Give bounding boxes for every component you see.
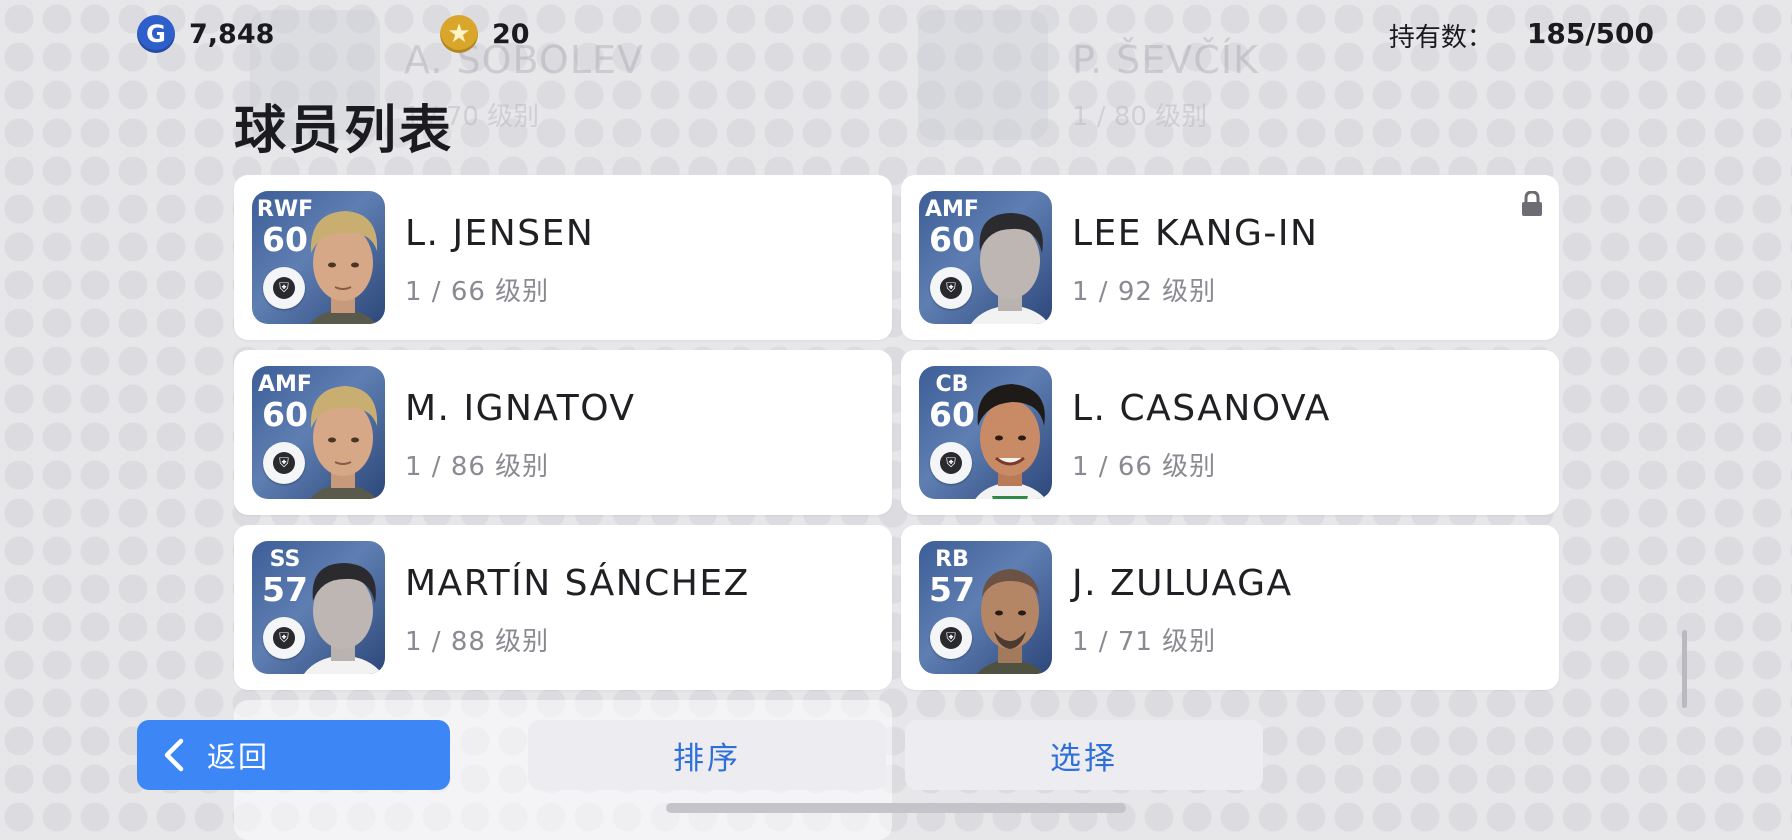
player-level: 1 / 71 级别 bbox=[1072, 627, 1217, 657]
holding-label: 持有数： bbox=[1388, 23, 1493, 53]
player-name: MARTÍN SÁNCHEZ bbox=[405, 563, 750, 604]
player-card[interactable]: CB 60 ⛨ L. CASANOVA 1 / 66 级别 bbox=[901, 350, 1559, 515]
shield-icon: ⛨ bbox=[273, 277, 295, 299]
club-badge-icon: ⛨ bbox=[263, 617, 305, 659]
player-rating: 60 bbox=[929, 220, 975, 259]
player-rating: 60 bbox=[262, 220, 308, 259]
shield-icon: ⛨ bbox=[940, 452, 962, 474]
player-level: 1 / 92 级别 bbox=[1072, 277, 1217, 307]
scrollbar[interactable] bbox=[1682, 630, 1687, 708]
player-name: L. JENSEN bbox=[405, 213, 595, 254]
back-button[interactable]: 返回 bbox=[137, 720, 450, 790]
top-bar: G 7,848 ★ 20 持有数： 185/500 bbox=[0, 0, 1792, 68]
sort-label: 排序 bbox=[673, 740, 741, 777]
chevron-left-icon bbox=[164, 738, 184, 772]
coin-star-icon: ★ bbox=[440, 15, 478, 53]
player-thumbnail: AMF 60 ⛨ bbox=[252, 366, 385, 499]
player-thumbnail: CB 60 ⛨ bbox=[919, 366, 1052, 499]
player-name: J. ZULUAGA bbox=[1072, 563, 1293, 604]
player-position: RB bbox=[935, 547, 969, 572]
holding-count: 持有数： 185/500 bbox=[1389, 17, 1654, 54]
gp-amount: 7,848 bbox=[189, 18, 275, 50]
player-rating: 57 bbox=[262, 570, 308, 609]
ghost-sub: 1 / 80 级别 bbox=[1072, 102, 1208, 132]
player-position: CB bbox=[935, 372, 969, 397]
holding-value: 185/500 bbox=[1526, 17, 1654, 50]
player-rating: 60 bbox=[262, 395, 308, 434]
player-rating: 57 bbox=[929, 570, 975, 609]
player-position: SS bbox=[269, 547, 301, 572]
player-card[interactable]: AMF 60 ⛨ LEE KANG-IN 1 / 92 级别 bbox=[901, 175, 1559, 340]
shield-icon: ⛨ bbox=[940, 277, 962, 299]
player-card[interactable]: SS 57 ⛨ MARTÍN SÁNCHEZ 1 / 88 级别 bbox=[234, 525, 892, 690]
shield-icon: ⛨ bbox=[273, 452, 295, 474]
player-name: L. CASANOVA bbox=[1072, 388, 1331, 429]
select-label: 选择 bbox=[1050, 740, 1118, 777]
player-thumbnail: AMF 60 ⛨ bbox=[919, 191, 1052, 324]
page-title: 球员列表 bbox=[234, 101, 455, 161]
coin-balance: ★ 20 bbox=[440, 15, 530, 53]
shield-icon: ⛨ bbox=[940, 627, 962, 649]
player-thumbnail: SS 57 ⛨ bbox=[252, 541, 385, 674]
coin-amount: 20 bbox=[492, 18, 530, 50]
player-card[interactable]: RWF 60 ⛨ L. JENSEN 1 / 66 级别 bbox=[234, 175, 892, 340]
club-badge-icon: ⛨ bbox=[263, 442, 305, 484]
player-level: 1 / 66 级别 bbox=[1072, 452, 1217, 482]
player-position: RWF bbox=[256, 197, 314, 222]
player-card[interactable]: RB 57 ⛨ J. ZULUAGA 1 / 71 级别 bbox=[901, 525, 1559, 690]
back-label: 返回 bbox=[207, 740, 270, 774]
player-thumbnail: RB 57 ⛨ bbox=[919, 541, 1052, 674]
player-level: 1 / 88 级别 bbox=[405, 627, 550, 657]
select-button[interactable]: 选择 bbox=[905, 720, 1263, 790]
club-badge-icon: ⛨ bbox=[263, 267, 305, 309]
club-badge-icon: ⛨ bbox=[930, 267, 972, 309]
player-position: AMF bbox=[258, 372, 312, 397]
player-thumbnail: RWF 60 ⛨ bbox=[252, 191, 385, 324]
club-badge-icon: ⛨ bbox=[930, 617, 972, 659]
club-badge-icon: ⛨ bbox=[930, 442, 972, 484]
lock-icon bbox=[1522, 191, 1542, 216]
gp-icon: G bbox=[137, 15, 175, 53]
player-card[interactable]: AMF 60 ⛨ M. IGNATOV 1 / 86 级别 bbox=[234, 350, 892, 515]
player-name: M. IGNATOV bbox=[405, 388, 636, 429]
player-name: LEE KANG-IN bbox=[1072, 213, 1319, 254]
home-indicator bbox=[666, 803, 1126, 813]
player-rating: 60 bbox=[929, 395, 975, 434]
sort-button[interactable]: 排序 bbox=[528, 720, 886, 790]
shield-icon: ⛨ bbox=[273, 627, 295, 649]
player-position: AMF bbox=[925, 197, 979, 222]
gp-balance: G 7,848 bbox=[137, 15, 274, 53]
player-level: 1 / 86 级别 bbox=[405, 452, 550, 482]
player-level: 1 / 66 级别 bbox=[405, 277, 550, 307]
